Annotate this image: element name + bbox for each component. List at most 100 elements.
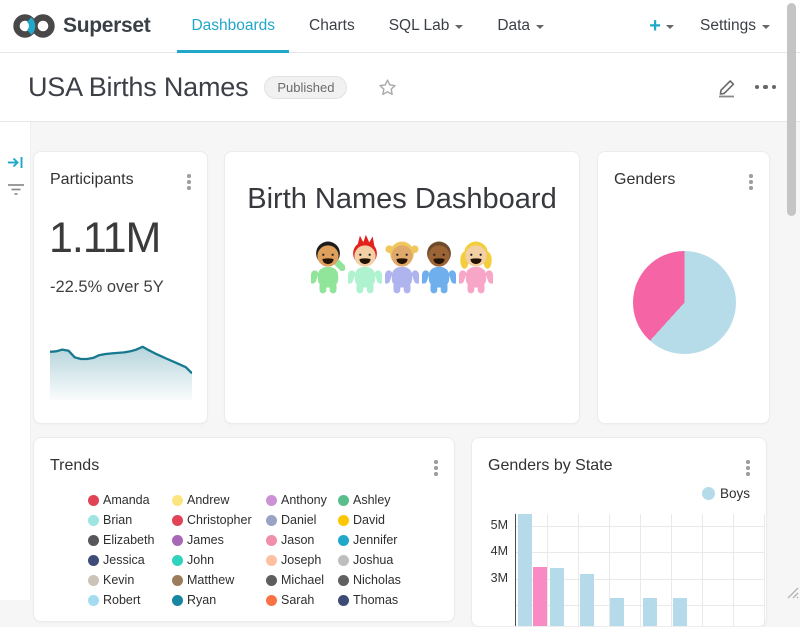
legend-item-jessica[interactable]: Jessica — [88, 550, 172, 570]
resize-handle[interactable] — [785, 585, 799, 599]
legend-item-james[interactable]: James — [172, 530, 266, 550]
legend-label: Jessica — [103, 553, 145, 567]
legend-item-matthew[interactable]: Matthew — [172, 570, 266, 590]
published-badge[interactable]: Published — [264, 76, 347, 99]
edit-dashboard-button[interactable] — [715, 75, 739, 99]
legend-dot-icon — [172, 495, 183, 506]
legend-item-andrew[interactable]: Andrew — [172, 490, 266, 510]
chart-menu-button[interactable] — [432, 458, 440, 478]
bar — [550, 568, 564, 626]
legend-item-john[interactable]: John — [172, 550, 266, 570]
legend-dot-icon — [172, 555, 183, 566]
big-number-value: 1.11M — [49, 214, 160, 263]
legend-item-robert[interactable]: Robert — [88, 590, 172, 610]
legend-dot-icon — [88, 495, 99, 506]
superset-logo[interactable]: Superset — [12, 12, 150, 40]
legend-label: Daniel — [281, 513, 316, 527]
legend-item-brian[interactable]: Brian — [88, 510, 172, 530]
filter-lines-icon — [7, 182, 25, 196]
legend-label: Thomas — [353, 593, 398, 607]
chart-title: Genders by State — [488, 457, 613, 475]
trends-card: Trends AmandaAndrewAnthonyAshleyBrianChr… — [33, 437, 455, 622]
kid-mint — [348, 234, 382, 295]
legend-item-joshua[interactable]: Joshua — [338, 550, 438, 570]
gridline — [671, 514, 672, 626]
legend-dot-icon — [338, 595, 349, 606]
new-item-button[interactable]: + — [649, 16, 674, 36]
superset-infinity-icon — [12, 12, 56, 40]
chevron-down-icon — [536, 25, 544, 29]
chart-menu-button[interactable] — [185, 172, 193, 192]
big-number-subheader: -22.5% over 5Y — [50, 278, 164, 297]
legend-dot-icon — [266, 495, 277, 506]
legend-label: James — [187, 533, 224, 547]
legend-label: Christopher — [187, 513, 252, 527]
chart-menu-button[interactable] — [744, 458, 752, 478]
legend-item-boys[interactable]: Boys — [702, 486, 750, 501]
star-icon — [377, 85, 398, 102]
legend-dot-icon — [172, 595, 183, 606]
legend-item-jennifer[interactable]: Jennifer — [338, 530, 438, 550]
vertical-scrollbar-thumb[interactable] — [787, 3, 796, 216]
legend-item-daniel[interactable]: Daniel — [266, 510, 338, 530]
top-navbar: Superset DashboardsChartsSQL Lab Data + S… — [0, 0, 800, 53]
chart-menu-button[interactable] — [747, 172, 755, 192]
legend-label: Jennifer — [353, 533, 397, 547]
bar-chart-plot — [515, 514, 765, 626]
legend-item-nicholas[interactable]: Nicholas — [338, 570, 438, 590]
legend-dot-icon — [338, 555, 349, 566]
dashboard-header: USA Births Names Published — [0, 53, 800, 122]
page-title: USA Births Names — [28, 72, 248, 103]
nav-item-sql-lab[interactable]: SQL Lab — [372, 0, 481, 52]
markdown-card: Birth Names Dashboard — [224, 151, 580, 424]
kid-periwinkle — [385, 234, 419, 295]
kid-green — [311, 234, 345, 295]
legend-dot-icon — [266, 555, 277, 566]
legend-item-joseph[interactable]: Joseph — [266, 550, 338, 570]
more-actions-button[interactable] — [755, 85, 777, 90]
legend-label: Boys — [720, 486, 750, 501]
legend-item-anthony[interactable]: Anthony — [266, 490, 338, 510]
legend-dot-icon — [266, 535, 277, 546]
filter-bar-collapsed — [0, 122, 31, 600]
genders-by-state-card: Genders by State Boys 5M4M3M — [471, 437, 767, 627]
nav-item-data[interactable]: Data — [480, 0, 561, 52]
legend-item-thomas[interactable]: Thomas — [338, 590, 438, 610]
chart-legend: AmandaAndrew Anthony Ashley Brian Christophe… — [88, 490, 438, 610]
legend-dot-icon — [338, 515, 349, 526]
expand-filter-bar-button[interactable] — [7, 155, 25, 170]
markdown-title: Birth Names Dashboard — [225, 183, 579, 216]
legend-item-ashley[interactable]: Ashley — [338, 490, 438, 510]
legend-dot-icon — [88, 515, 99, 526]
legend-item-sarah[interactable]: Sarah — [266, 590, 338, 610]
legend-item-david[interactable]: David — [338, 510, 438, 530]
legend-item-kevin[interactable]: Kevin — [88, 570, 172, 590]
settings-menu[interactable]: Settings — [700, 17, 770, 35]
legend-item-elizabeth[interactable]: Elizabeth — [88, 530, 172, 550]
legend-label: Joseph — [281, 553, 321, 567]
favorite-star-button[interactable] — [377, 77, 398, 98]
y-axis-tick-label: 5M — [480, 518, 508, 532]
legend-label: Michael — [281, 573, 324, 587]
header-actions — [715, 75, 777, 99]
legend-dot-icon — [88, 575, 99, 586]
kids-illustration — [225, 234, 579, 295]
legend-item-jason[interactable]: Jason — [266, 530, 338, 550]
legend-dot-icon — [266, 595, 277, 606]
legend-dot-icon — [338, 575, 349, 586]
legend-item-amanda[interactable]: Amanda — [88, 490, 172, 510]
gridline — [547, 514, 548, 626]
genders-pie-chart — [633, 251, 736, 354]
kid-blue — [422, 234, 456, 295]
nav-menu: DashboardsChartsSQL Lab Data — [174, 0, 561, 52]
brand-text: Superset — [63, 14, 150, 38]
gridline — [733, 514, 734, 626]
legend-label: Anthony — [281, 493, 327, 507]
nav-item-charts[interactable]: Charts — [292, 0, 372, 52]
legend-item-michael[interactable]: Michael — [266, 570, 338, 590]
nav-item-label: Data — [497, 17, 530, 35]
legend-item-christopher[interactable]: Christopher — [172, 510, 266, 530]
filter-icon-button[interactable] — [7, 182, 25, 196]
nav-item-dashboards[interactable]: Dashboards — [174, 0, 292, 52]
legend-item-ryan[interactable]: Ryan — [172, 590, 266, 610]
